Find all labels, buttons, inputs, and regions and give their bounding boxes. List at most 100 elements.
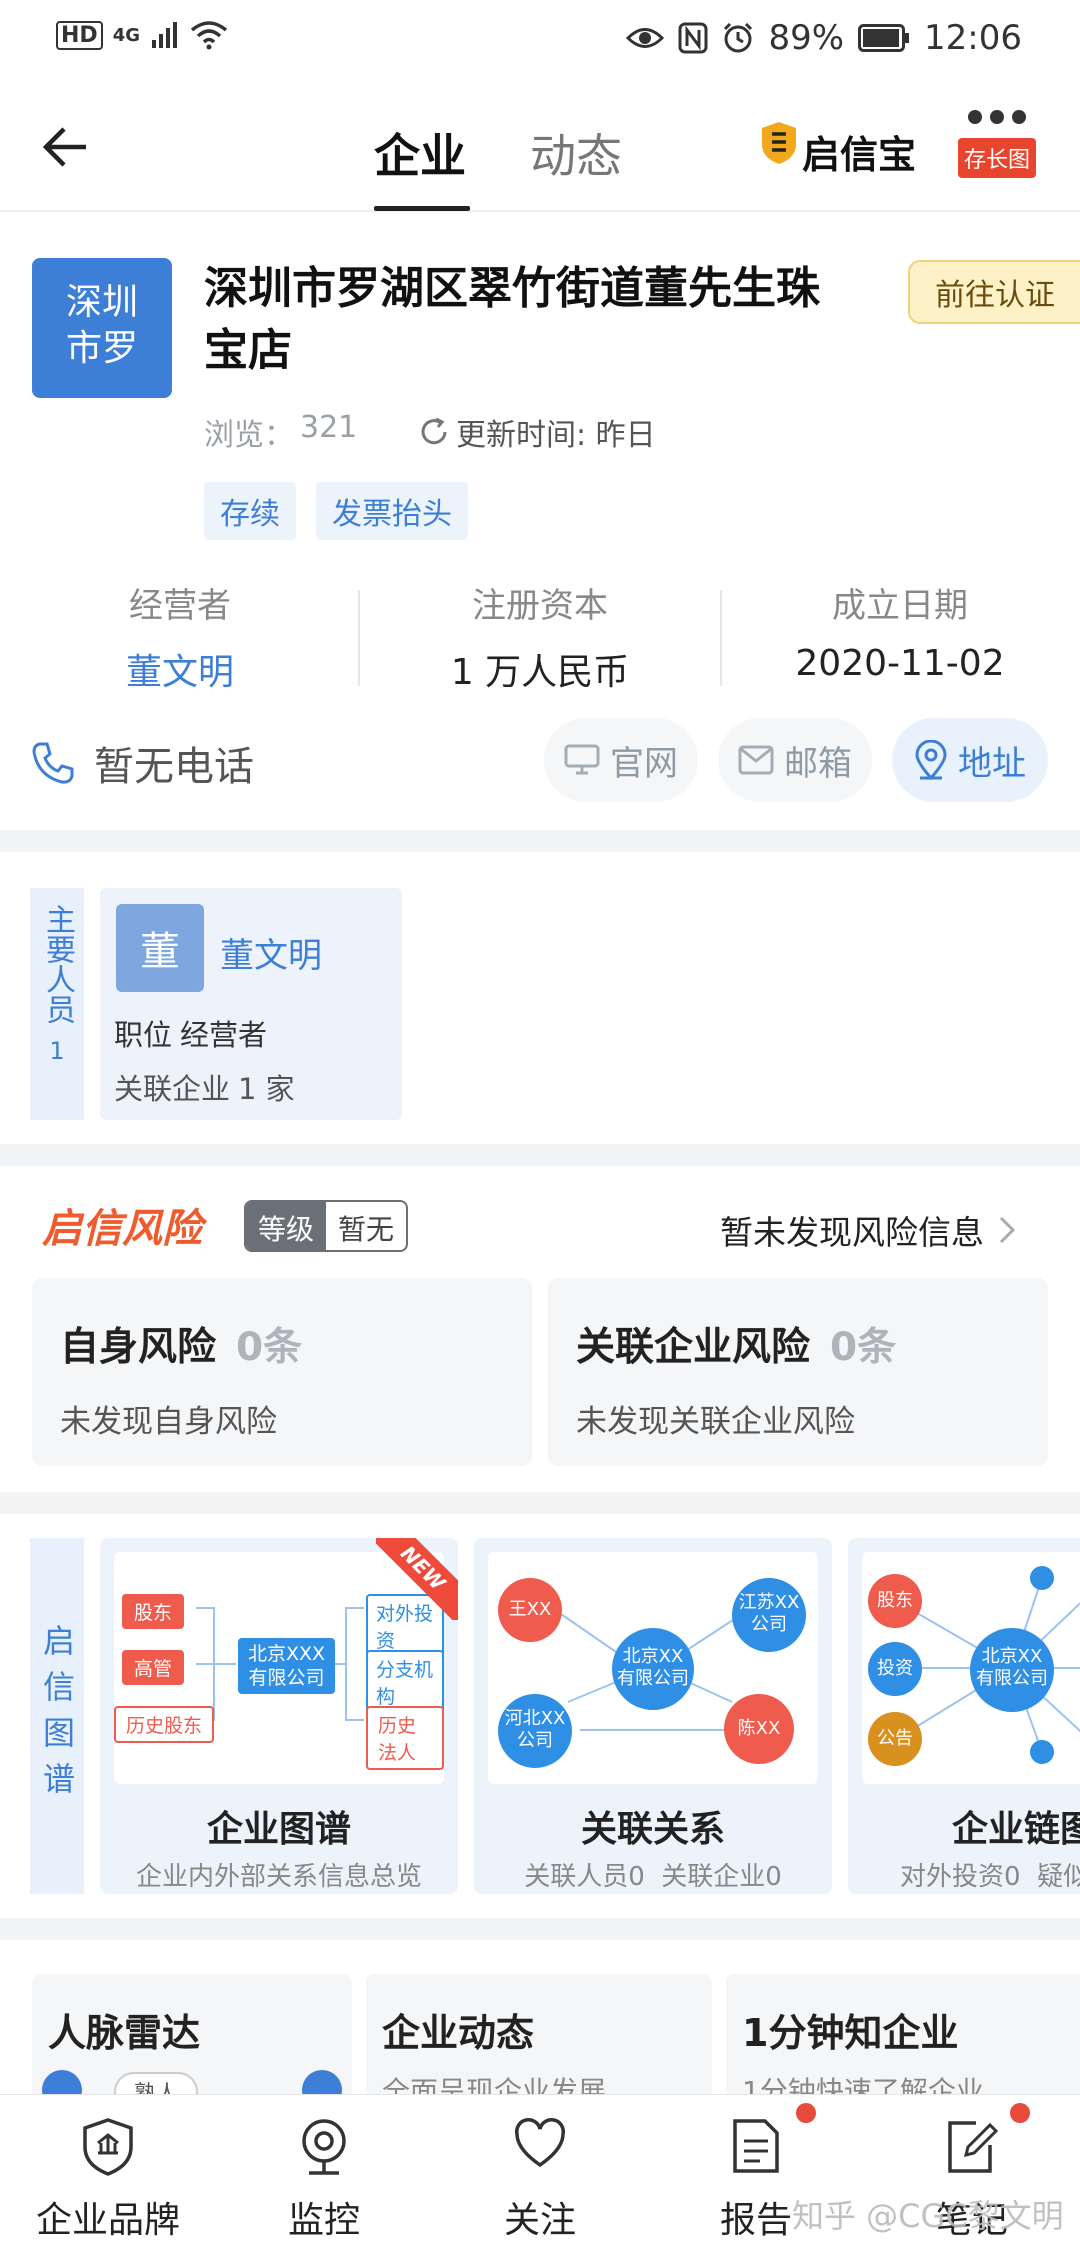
network-icon: 4G — [112, 24, 140, 46]
address-button[interactable]: 地址 — [892, 718, 1048, 802]
enterprise-graph-card[interactable]: 股东 高管 历史股东 北京XXX 有限公司 对外投资 分支机构 历史法人 NEW… — [100, 1538, 458, 1894]
stat-capital-value: 1 万人民币 — [450, 652, 630, 693]
node-chain-investment: 投资 — [868, 1642, 922, 1696]
wifi-icon — [190, 21, 228, 50]
clock: 12:06 — [924, 18, 1022, 58]
section-separator — [0, 830, 1080, 852]
tag-invoice[interactable]: 发票抬头 — [316, 482, 468, 540]
nav-follow[interactable]: 关注 — [432, 2095, 648, 2245]
qixinbao-logo-icon[interactable] — [760, 120, 798, 166]
company-dynamics-card[interactable]: 企业动态 全面呈现企业发展 — [366, 1974, 712, 2094]
nav-brand[interactable]: 企业品牌 — [0, 2095, 216, 2245]
node-chain-center: 北京XX 有限公司 — [970, 1628, 1054, 1712]
chain-graph-title: 企业链图 — [952, 1809, 1080, 1850]
watermark: 知乎 @CGC黎文明 — [792, 2197, 1064, 2235]
update-time-label: 更新时间: 昨日 — [456, 418, 656, 453]
nav-follow-label: 关注 — [503, 2200, 576, 2241]
status-bar: HD 4G 89% 12:06 — [0, 0, 1080, 80]
eye-icon — [626, 28, 665, 48]
mail-icon — [738, 745, 774, 775]
more-section: 人脉雷达 熟人 企业动态 全面呈现企业发展 1分钟知企业 1分钟快速了解企业 — [0, 1940, 1080, 2094]
stat-capital-label: 注册资本 — [472, 586, 608, 626]
notes-dot — [1010, 2103, 1030, 2123]
key-people-label: 主要人员 — [40, 904, 75, 1024]
stat-founded-label: 成立日期 — [832, 586, 968, 626]
certify-button[interactable]: 前往认证 — [908, 260, 1080, 324]
self-risk-desc: 未发现自身风险 — [60, 1404, 277, 1440]
node-dot — [1030, 1740, 1054, 1764]
stat-founded-value: 2020-11-02 — [795, 643, 1005, 684]
company-name-line2: 宝店 — [204, 325, 292, 376]
one-minute-card[interactable]: 1分钟知企业 1分钟快速了解企业 — [726, 1974, 1080, 2094]
key-people-side-label[interactable]: 主要人员 1 — [30, 888, 84, 1120]
person-related: 关联企业 1 家 — [114, 1066, 295, 1108]
tab-dynamics[interactable]: 动态 — [530, 120, 622, 186]
relation-graph-title: 关联关系 — [580, 1809, 725, 1850]
update-time: 更新时间: 昨日 — [418, 410, 656, 454]
report-icon — [733, 2119, 779, 2173]
risk-grade-value: 暂无 — [338, 1213, 395, 1246]
related-value: 1 家 — [238, 1072, 295, 1106]
network-radar-card[interactable]: 人脉雷达 熟人 — [32, 1974, 352, 2094]
person-card[interactable]: 董 董文明 职位 经营者 关联企业 1 家 — [100, 888, 402, 1120]
risk-grade-badge: 等级 暂无 — [244, 1200, 409, 1252]
email-button[interactable]: 邮箱 — [718, 718, 872, 802]
chain-graph-desc: 对外投资0 疑似 — [900, 1862, 1080, 1892]
position-value: 经营者 — [180, 1018, 268, 1052]
tab-company[interactable]: 企业 — [374, 120, 466, 186]
nfc-icon — [678, 22, 708, 54]
risk-summary-link[interactable]: 暂未发现风险信息 — [720, 1206, 1016, 1254]
radar-avatar — [302, 2070, 342, 2094]
stat-operator[interactable]: 经营者 董文明 — [0, 578, 360, 695]
stat-capital: 注册资本 1 万人民币 — [360, 578, 720, 695]
related-risk-count: 0条 — [830, 1325, 897, 1370]
enterprise-graph-desc: 企业内外部关系信息总览 — [135, 1862, 422, 1892]
relation-graph-card[interactable]: 王XX 江苏XX 公司 北京XX 有限公司 河北XX 公司 陈XX 关联关系 关… — [474, 1538, 832, 1894]
brand-name[interactable]: 启信宝 — [802, 124, 916, 179]
risk-summary: 暂未发现风险信息 — [720, 1213, 984, 1252]
node-executive: 高管 — [122, 1650, 185, 1685]
section-separator — [0, 1144, 1080, 1166]
node-center-company: 北京XXX 有限公司 — [238, 1638, 336, 1694]
avatar: 董 — [116, 904, 204, 992]
company-dynamics-sub: 全面呈现企业发展 — [382, 2075, 607, 2094]
save-long-image-button[interactable]: 存长图 — [958, 106, 1036, 178]
nav-monitor[interactable]: 监控 — [216, 2095, 432, 2245]
relation-graph-preview: 王XX 江苏XX 公司 北京XX 有限公司 河北XX 公司 陈XX — [488, 1552, 818, 1784]
brand-shield-icon — [83, 2118, 133, 2176]
company-dynamics-title: 企业动态 — [382, 2011, 535, 2055]
chain-graph-card[interactable]: 股东 投资 北京XX 有限公司 公告 企业链图 对外投资0 疑似 — [848, 1538, 1080, 1894]
node-chain-shareholder: 股东 — [868, 1574, 922, 1628]
self-risk-box[interactable]: 自身风险 0条 未发现自身风险 — [32, 1278, 532, 1466]
person-name[interactable]: 董文明 — [220, 928, 322, 977]
tag-status[interactable]: 存续 — [204, 482, 296, 540]
website-button[interactable]: 官网 — [544, 718, 698, 802]
graph-side-text: 启信图谱 — [38, 1624, 76, 1808]
one-minute-title: 1分钟知企业 — [742, 2011, 959, 2055]
stat-operator-value[interactable]: 董文明 — [0, 643, 360, 695]
stat-founded: 成立日期 2020-11-02 — [720, 578, 1080, 684]
self-risk-count: 0条 — [236, 1325, 303, 1370]
related-risk-box[interactable]: 关联企业风险 0条 未发现关联企业风险 — [548, 1278, 1048, 1466]
more-dots-icon — [968, 110, 1026, 124]
node-beijing-company: 北京XX 有限公司 — [612, 1628, 694, 1710]
section-separator — [0, 1492, 1080, 1514]
new-badge-text: NEW — [376, 1538, 458, 1620]
stat-operator-label: 经营者 — [129, 586, 231, 626]
hd-icon: HD — [56, 20, 103, 50]
bottom-nav: 企业品牌 监控 关注 报告 笔记 知乎 @CGC黎文明 — [0, 2094, 1080, 2244]
one-minute-sub: 1分钟快速了解企业 — [742, 2075, 984, 2094]
node-jiangsu-company: 江苏XX 公司 — [732, 1578, 806, 1652]
report-dot — [796, 2103, 816, 2123]
back-arrow-icon[interactable] — [42, 124, 88, 170]
company-card: 深圳 市罗 深圳市罗湖区翠竹街道董先生珠 宝店 前往认证 浏览： 321 更新时… — [0, 214, 1080, 828]
camera-icon — [302, 2119, 346, 2175]
node-dot — [1030, 1566, 1054, 1590]
risk-grade-label: 等级 — [246, 1202, 327, 1250]
note-icon — [948, 2121, 998, 2173]
heart-icon — [514, 2118, 566, 2168]
company-name: 深圳市罗湖区翠竹街道董先生珠 宝店 — [204, 258, 820, 382]
network-radar-sub: 熟人 — [114, 2072, 199, 2094]
node-branch: 分支机构 — [366, 1650, 444, 1714]
nav-brand-label: 企业品牌 — [35, 2200, 180, 2241]
